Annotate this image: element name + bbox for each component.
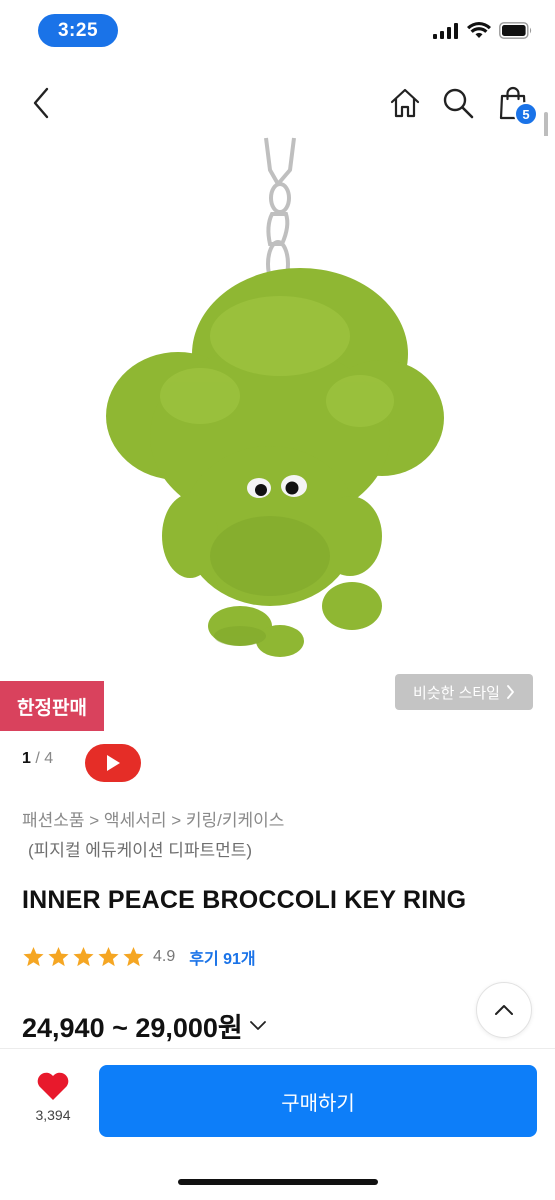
buy-button[interactable]: 구매하기 — [99, 1065, 537, 1137]
like-count: 3,394 — [35, 1107, 71, 1123]
star-icon — [98, 946, 119, 967]
star-icon — [123, 946, 144, 967]
pager-current: 1 — [22, 750, 31, 767]
bottom-action-bar: 3,394 구매하기 — [0, 1048, 555, 1200]
star-icon — [23, 946, 44, 967]
similar-style-button[interactable]: 비슷한 스타일 — [395, 674, 533, 710]
scroll-to-top-button[interactable] — [476, 982, 532, 1038]
signal-icon — [433, 22, 458, 39]
cart-count-badge: 5 — [514, 102, 538, 126]
price-range: 24,940 ~ 29,000원 — [22, 1013, 243, 1043]
top-nav: 5 — [0, 70, 555, 136]
broccoli-keyring-photo — [106, 137, 444, 657]
cart-button[interactable]: 5 — [490, 80, 538, 126]
youtube-button[interactable] — [85, 744, 141, 782]
home-icon — [390, 88, 420, 118]
status-time: 3:25 — [38, 14, 118, 47]
star-icon — [73, 946, 94, 967]
reviews-link[interactable]: 후기 91개 — [189, 945, 255, 969]
chevron-left-icon — [33, 87, 49, 119]
star-icon — [48, 946, 69, 967]
status-bar: 3:25 — [0, 0, 555, 62]
pager-total: 4 — [44, 750, 54, 767]
rating-value: 4.9 — [153, 948, 176, 965]
chevron-right-icon — [507, 685, 514, 699]
category-breadcrumb[interactable]: 패션소품 > 액세서리 > 키링/키케이스 — [22, 806, 284, 831]
chevron-down-icon — [249, 1021, 266, 1030]
rating-row: 4.9 후기 91개 — [22, 945, 256, 969]
image-pager: 1 / 4 — [22, 750, 54, 767]
product-title: INNER PEACE BROCCOLI KEY RING — [22, 886, 467, 914]
search-icon — [443, 88, 474, 119]
wifi-icon — [467, 22, 491, 38]
heart-icon — [37, 1072, 69, 1100]
price-dropdown[interactable]: 24,940 ~ 29,000원 — [22, 1006, 267, 1045]
battery-icon — [499, 22, 532, 39]
status-icons — [433, 22, 533, 39]
product-image[interactable] — [0, 136, 555, 736]
play-icon — [107, 755, 120, 771]
home-indicator — [178, 1179, 378, 1185]
home-button[interactable] — [382, 80, 428, 126]
search-button[interactable] — [435, 80, 481, 126]
limited-sale-badge: 한정판매 — [0, 681, 104, 731]
star-rating — [22, 946, 145, 968]
chevron-up-icon — [495, 1005, 513, 1015]
like-button[interactable]: 3,394 — [24, 1071, 82, 1137]
back-button[interactable] — [18, 80, 64, 126]
similar-style-label: 비슷한 스타일 — [413, 684, 500, 702]
brand-name[interactable]: (피지컬 에듀케이션 디파트먼트) — [28, 836, 252, 861]
